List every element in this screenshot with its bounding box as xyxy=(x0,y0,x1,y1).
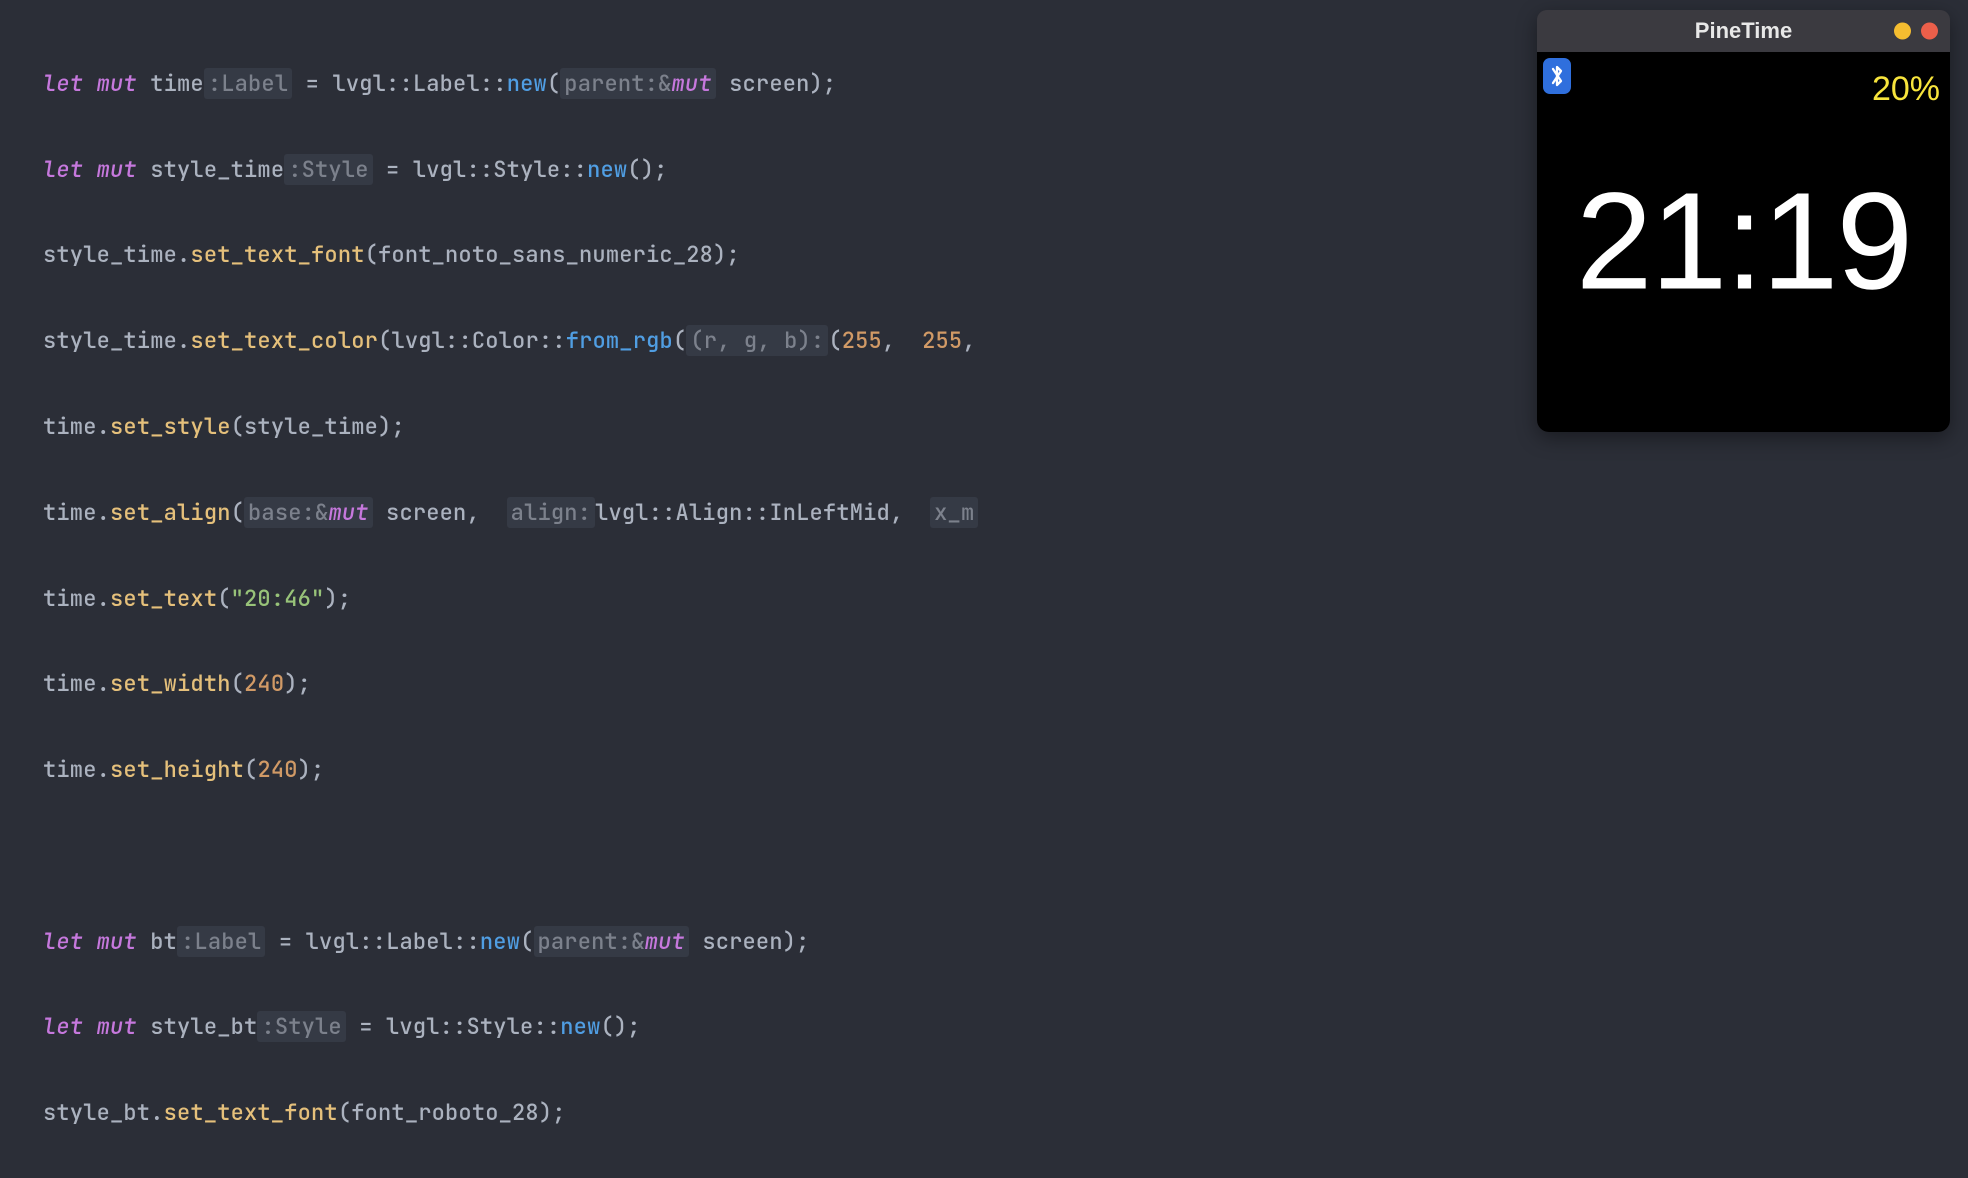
minimize-button[interactable] xyxy=(1894,23,1911,40)
titlebar[interactable]: PineTime xyxy=(1537,10,1950,52)
code-line: time.set_text("20:46"); xyxy=(43,578,1968,621)
time-display: 21:19 xyxy=(1576,107,1911,376)
watch-face: 20% 21:19 xyxy=(1537,52,1950,432)
window-controls xyxy=(1894,23,1938,40)
window-title: PineTime xyxy=(1695,10,1792,52)
code-line: let mut style_bt:Style = lvgl::Style::ne… xyxy=(43,1006,1968,1049)
bluetooth-icon xyxy=(1543,58,1571,94)
code-line: style_bt.set_text_font(font_roboto_28); xyxy=(43,1092,1968,1135)
code-line: let mut bt:Label = lvgl::Label::new(pare… xyxy=(43,921,1968,964)
simulator-window[interactable]: PineTime 20% 21:19 xyxy=(1537,10,1950,432)
code-line: time.set_align(base:&mut screen, align:l… xyxy=(43,492,1968,535)
code-line: time.set_width(240); xyxy=(43,663,1968,706)
code-line: time.set_height(240); xyxy=(43,749,1968,792)
code-line xyxy=(43,835,1968,878)
close-button[interactable] xyxy=(1921,23,1938,40)
